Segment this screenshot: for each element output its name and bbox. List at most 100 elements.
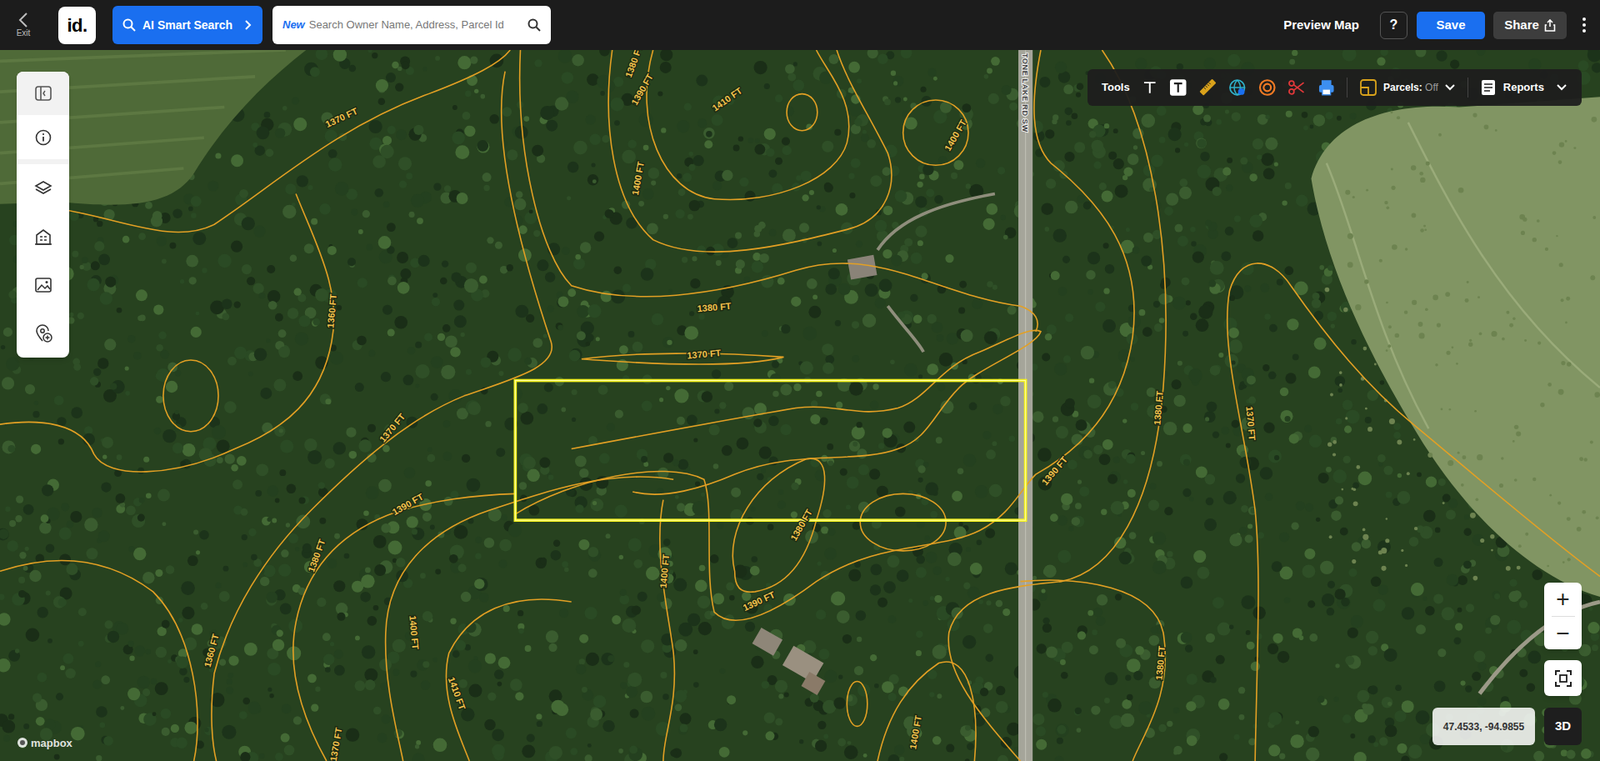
- tree: [937, 383, 946, 392]
- tree: [375, 188, 385, 198]
- tree: [1093, 161, 1101, 170]
- tree: [915, 225, 927, 238]
- ai-search-button[interactable]: AI Smart Search: [112, 5, 263, 45]
- share-button[interactable]: Share: [1493, 11, 1567, 40]
- tree: [1040, 202, 1053, 215]
- tree: [1377, 584, 1388, 595]
- tree: [58, 438, 65, 445]
- tree: [802, 326, 817, 341]
- tree: [1271, 560, 1283, 572]
- tree: [95, 755, 102, 761]
- tree: [45, 590, 51, 596]
- tree: [842, 634, 852, 644]
- more-menu-icon[interactable]: [1581, 16, 1587, 34]
- tree: [253, 225, 265, 238]
- tree: [1164, 506, 1173, 515]
- search-icon: [122, 18, 136, 32]
- tree: [916, 181, 923, 188]
- tree: [1076, 195, 1085, 204]
- tree: [606, 422, 615, 431]
- tree: [1045, 226, 1050, 232]
- tree: [631, 605, 641, 615]
- tree: [1448, 498, 1459, 509]
- tree: [1425, 476, 1437, 488]
- tree: [433, 737, 448, 752]
- tree: [138, 232, 146, 240]
- tree: [298, 315, 310, 327]
- tree: [167, 659, 172, 664]
- tree: [279, 469, 286, 476]
- tree: [8, 290, 17, 300]
- logo[interactable]: id.: [58, 6, 96, 45]
- tree: [190, 195, 202, 207]
- tree: [770, 373, 781, 385]
- search-icon[interactable]: [527, 18, 541, 32]
- tree: [570, 747, 578, 755]
- tree: [221, 725, 236, 740]
- tree: [676, 120, 690, 133]
- tree: [1519, 669, 1528, 678]
- tree: [363, 510, 370, 516]
- tree: [29, 570, 41, 582]
- tree: [870, 584, 881, 595]
- tree: [662, 336, 675, 349]
- tree: [851, 425, 865, 440]
- map-canvas[interactable]: TONE LAKE RD SW1380 FT1390 FT1410 FT1400…: [0, 50, 1600, 761]
- tree: [614, 265, 623, 275]
- tree: [498, 370, 504, 376]
- tree: [403, 375, 415, 386]
- tree: [934, 195, 944, 205]
- tree: [633, 559, 643, 569]
- tree: [618, 748, 624, 754]
- tree: [129, 655, 135, 661]
- tree: [1362, 703, 1374, 715]
- tree: [95, 705, 108, 718]
- tree: [565, 90, 579, 104]
- tree: [465, 369, 472, 375]
- tree: [682, 172, 692, 182]
- tree: [1100, 509, 1107, 515]
- tree: [680, 724, 689, 733]
- tree: [545, 271, 555, 282]
- help-button[interactable]: ?: [1380, 11, 1408, 40]
- tree: [181, 606, 195, 620]
- tree: [640, 690, 653, 704]
- tree: [365, 679, 376, 690]
- tree: [1129, 531, 1137, 540]
- tree: [280, 549, 290, 558]
- tree: [239, 710, 248, 720]
- tree: [1190, 226, 1196, 233]
- tree: [35, 716, 45, 726]
- map[interactable]: TONE LAKE RD SW1380 FT1390 FT1410 FT1400…: [0, 50, 1600, 761]
- search-input[interactable]: [309, 16, 524, 34]
- tree: [1071, 113, 1079, 120]
- tree: [291, 96, 300, 105]
- tree: [1415, 50, 1426, 58]
- tree: [313, 318, 321, 326]
- search-field[interactable]: New: [272, 5, 551, 45]
- tree: [927, 68, 937, 78]
- tree: [195, 550, 200, 555]
- tree: [250, 554, 258, 561]
- tree: [698, 621, 712, 635]
- tree: [1065, 200, 1078, 214]
- tree: [1179, 178, 1188, 187]
- tree: [775, 680, 788, 693]
- tree: [1285, 372, 1296, 384]
- tree: [195, 311, 200, 316]
- tree: [1385, 491, 1393, 499]
- tree: [501, 106, 512, 117]
- tree: [719, 401, 726, 409]
- tree: [1195, 137, 1207, 149]
- save-button[interactable]: Save: [1416, 11, 1485, 40]
- tree: [495, 447, 505, 457]
- tree: [1291, 50, 1298, 56]
- exit-button[interactable]: Exit: [3, 11, 44, 39]
- tree: [598, 385, 609, 395]
- tree: [712, 593, 725, 605]
- tree: [569, 350, 581, 362]
- preview-map-button[interactable]: Preview Map: [1283, 15, 1360, 35]
- tree: [1182, 488, 1191, 497]
- tree: [1231, 111, 1241, 121]
- tree: [759, 446, 772, 460]
